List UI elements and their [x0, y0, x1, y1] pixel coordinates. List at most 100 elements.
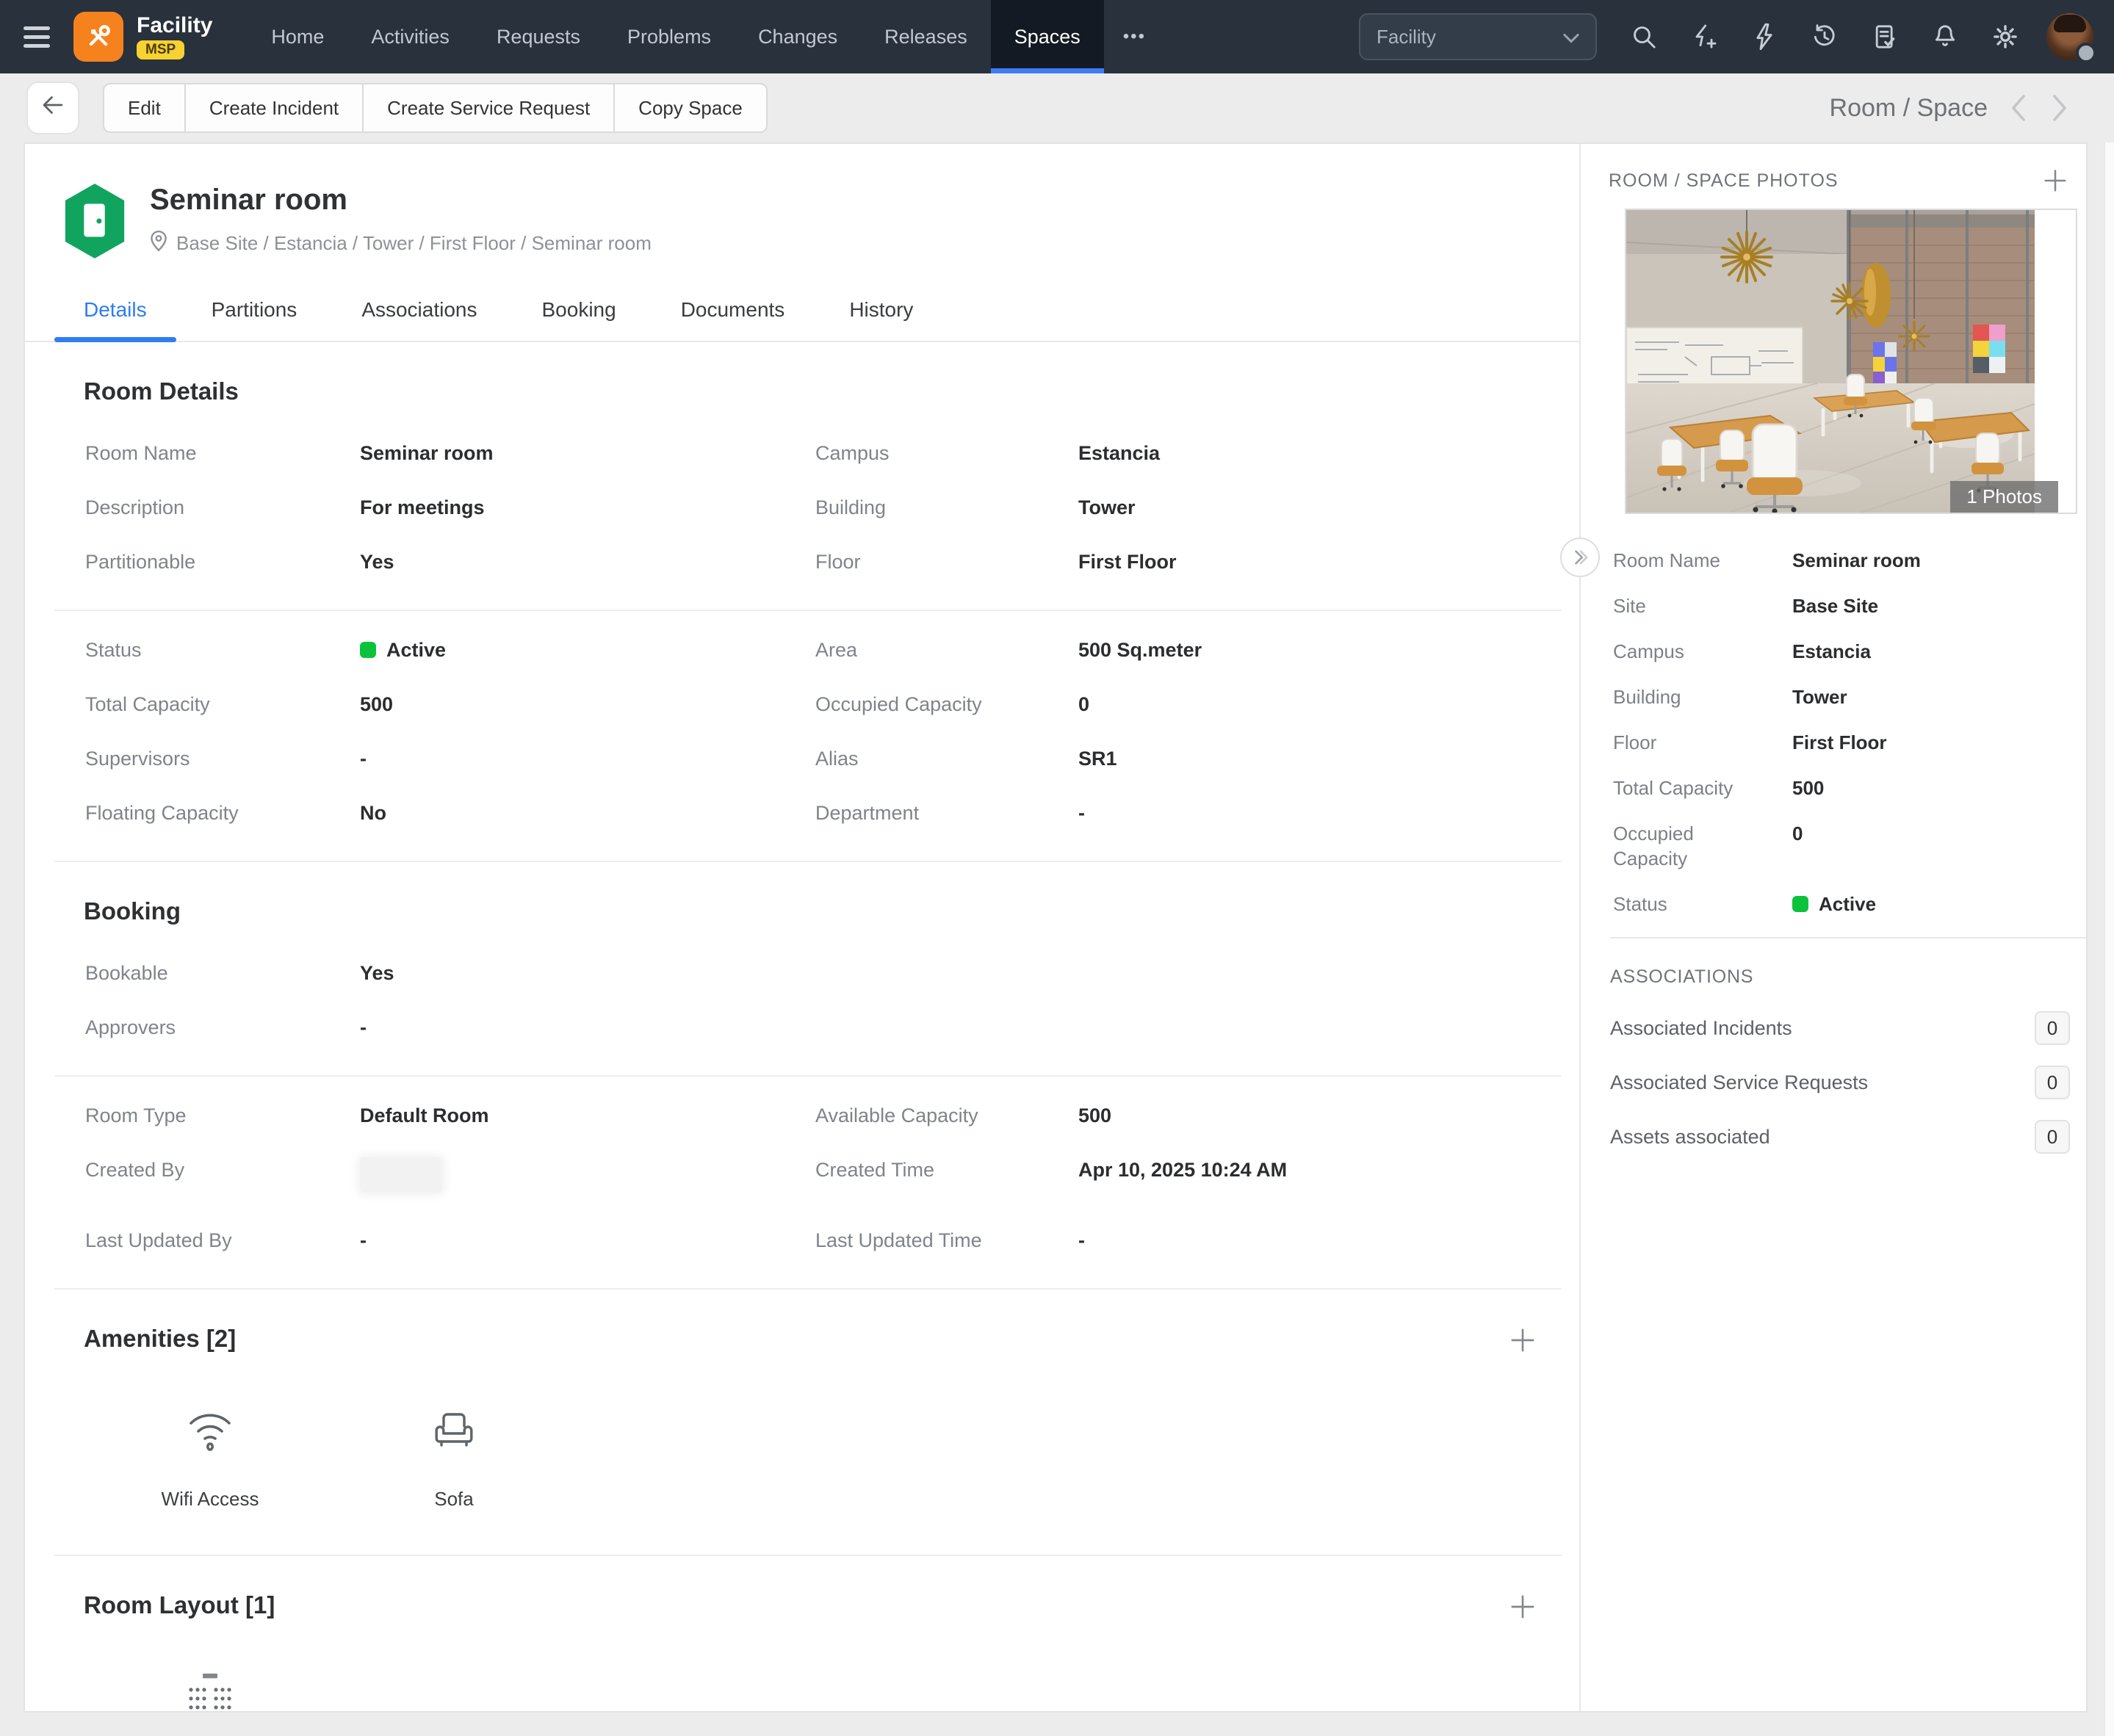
- section-title-room-details: Room Details: [84, 377, 239, 405]
- field-value: Yes: [360, 962, 394, 984]
- field-label: Available Capacity: [815, 1104, 978, 1126]
- association-label: Assets associated: [1610, 1125, 1770, 1148]
- nav-item-requests[interactable]: Requests: [473, 0, 604, 73]
- assets-associated-count[interactable]: 0: [2035, 1120, 2070, 1154]
- summary-label: Occupied Capacity: [1613, 822, 1694, 869]
- add-photo-icon[interactable]: [2043, 169, 2067, 192]
- facility-tools-icon: [73, 12, 123, 62]
- room-photo-carousel[interactable]: 1 Photos: [1625, 209, 2077, 514]
- chevron-down-icon: [1563, 26, 1579, 48]
- previous-record-icon[interactable]: [2008, 93, 2027, 123]
- summary-value: 500: [1792, 777, 1825, 799]
- app-name: Facility: [137, 13, 213, 37]
- section-title-room-layout: Room Layout [1]: [84, 1591, 275, 1619]
- field-value: 500: [1078, 1104, 1112, 1126]
- next-record-icon[interactable]: [2051, 93, 2070, 123]
- room-layout-item[interactable]: Theatre (500): [134, 1672, 286, 1711]
- amenity-item[interactable]: Wifi Access: [134, 1406, 286, 1511]
- summary-label: Room Name: [1613, 549, 1720, 571]
- amenities-list: Wifi Access Sofa: [25, 1361, 1579, 1511]
- field-value: Yes: [360, 551, 394, 573]
- field-value: Estancia: [1078, 442, 1161, 464]
- field-label: Room Name: [85, 442, 197, 464]
- create-service-request-button[interactable]: Create Service Request: [362, 83, 616, 133]
- associated-incidents-count[interactable]: 0: [2035, 1011, 2070, 1045]
- copy-space-button[interactable]: Copy Space: [613, 83, 768, 133]
- user-avatar[interactable]: [2046, 13, 2096, 63]
- field-value: 500 Sq.meter: [1078, 639, 1202, 661]
- field-value: -: [360, 748, 367, 770]
- location-pin-icon: [150, 230, 167, 257]
- nav-item-home[interactable]: Home: [248, 0, 347, 73]
- field-value: Apr 10, 2025 10:24 AM: [1078, 1159, 1288, 1181]
- location-breadcrumb[interactable]: Base Site / Estancia / Tower / First Flo…: [176, 232, 652, 255]
- field-value: -: [1078, 1229, 1085, 1251]
- field-value: For meetings: [360, 496, 485, 518]
- add-room-layout-icon[interactable]: [1510, 1594, 1535, 1619]
- theatre-layout-icon: [184, 1672, 237, 1711]
- nav-item-activities[interactable]: Activities: [347, 0, 473, 73]
- summary-label: Campus: [1613, 640, 1684, 662]
- room-photo: [1626, 210, 2035, 513]
- lightning-icon[interactable]: [1750, 22, 1779, 51]
- history-icon[interactable]: [1810, 22, 1839, 51]
- room-summary-fields: Room Name Seminar room Site Base Site Camp…: [1581, 514, 2086, 916]
- summary-value: First Floor: [1792, 731, 1887, 753]
- create-incident-button[interactable]: Create Incident: [184, 83, 364, 133]
- field-label: Floating Capacity: [85, 802, 239, 824]
- bell-icon[interactable]: [1930, 22, 1960, 51]
- status-green-indicator: [360, 642, 376, 658]
- edit-button[interactable]: Edit: [103, 83, 186, 133]
- back-button[interactable]: [26, 82, 79, 134]
- photo-count-badge[interactable]: 1 Photos: [1950, 481, 2058, 513]
- tab-history[interactable]: History: [849, 298, 913, 341]
- field-value: Tower: [1078, 496, 1136, 518]
- summary-label: Floor: [1613, 731, 1657, 753]
- amenity-item[interactable]: Sofa: [378, 1406, 530, 1511]
- tab-documents[interactable]: Documents: [681, 298, 785, 341]
- field-label: Last Updated Time: [815, 1229, 982, 1251]
- nav-item-changes[interactable]: Changes: [735, 0, 861, 73]
- search-icon[interactable]: [1629, 22, 1659, 51]
- field-label: Alias: [815, 748, 859, 770]
- task-approval-icon[interactable]: [1870, 22, 1900, 51]
- associated-service-requests-count[interactable]: 0: [2035, 1066, 2070, 1099]
- tab-details[interactable]: Details: [54, 298, 176, 342]
- room-details-grid-1: Room Name Seminar room Campus Estancia D…: [25, 414, 1579, 589]
- field-value: Seminar room: [360, 442, 494, 464]
- association-row: Assets associated 0: [1581, 1120, 2086, 1154]
- field-value: -: [360, 1229, 367, 1251]
- field-value: Default Room: [360, 1104, 489, 1126]
- app-brand[interactable]: Facility MSP: [73, 12, 212, 62]
- section-title-booking: Booking: [84, 897, 181, 925]
- status-green-indicator: [1792, 896, 1808, 912]
- gear-icon[interactable]: [1991, 22, 2020, 51]
- quick-create-icon[interactable]: [1689, 22, 1719, 51]
- tab-partitions[interactable]: Partitions: [212, 298, 297, 341]
- nav-item-spaces[interactable]: Spaces: [990, 0, 1104, 73]
- collapse-sidebar-button[interactable]: [1560, 538, 1600, 577]
- scope-select-value: Facility: [1377, 25, 1436, 48]
- room-layout-list: Theatre (500): [25, 1628, 1579, 1711]
- tab-bar: Details Partitions Associations Booking …: [25, 298, 1579, 342]
- action-toolbar: Edit Create Incident Create Service Requ…: [0, 73, 2114, 142]
- tab-booking[interactable]: Booking: [542, 298, 616, 341]
- section-title-amenities: Amenities [2]: [84, 1325, 237, 1352]
- scrollbar-gutter[interactable]: [2104, 142, 2114, 1736]
- field-label: Created By: [85, 1159, 185, 1181]
- nav-overflow-menu[interactable]: •••: [1104, 0, 1165, 73]
- add-amenity-icon[interactable]: [1510, 1328, 1535, 1353]
- field-label: Supervisors: [85, 748, 190, 770]
- scope-select[interactable]: Facility: [1359, 13, 1597, 60]
- nav-item-problems[interactable]: Problems: [604, 0, 735, 73]
- tab-associations[interactable]: Associations: [361, 298, 477, 341]
- hamburger-menu-icon[interactable]: [24, 21, 53, 53]
- field-label: Description: [85, 496, 185, 518]
- sofa-icon: [430, 1406, 477, 1458]
- top-navbar: Facility MSP Home Activities Requests Pr…: [0, 0, 2114, 73]
- primary-nav: Home Activities Requests Problems Change…: [248, 0, 1165, 73]
- nav-item-releases[interactable]: Releases: [861, 0, 991, 73]
- field-label: Campus: [815, 442, 890, 464]
- field-label: Created Time: [815, 1159, 935, 1181]
- field-value: -: [1078, 802, 1085, 824]
